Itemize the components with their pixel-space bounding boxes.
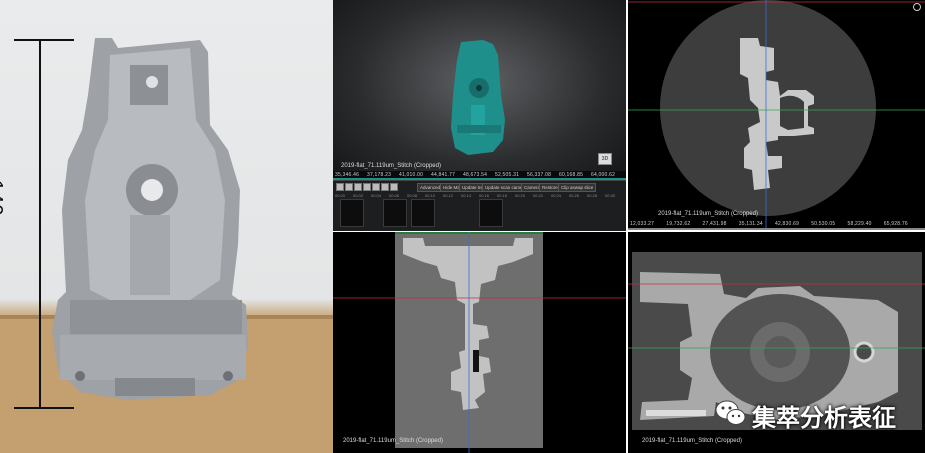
- watermark-text: 集萃分析表征: [752, 405, 896, 432]
- timeline-tick: 00.00: [335, 193, 346, 198]
- timeline-tick: 00.22: [533, 193, 544, 198]
- step-icon[interactable]: [381, 183, 389, 191]
- axial-scale-value: 58,229.40: [847, 221, 872, 227]
- photo-panel: 140mm: [0, 0, 333, 453]
- timeline-thumb-1[interactable]: [340, 199, 364, 227]
- select-icon[interactable]: [336, 183, 344, 191]
- part-photo: [0, 38, 333, 453]
- toolbar-button-clip-aswap-slice[interactable]: Clip aswap slice: [558, 183, 597, 192]
- timeline-tick: 00.14: [461, 193, 472, 198]
- 3d-model-render: [451, 40, 505, 155]
- play-icon[interactable]: [363, 183, 371, 191]
- save-icon[interactable]: [345, 183, 353, 191]
- timeline-tick: 00.26: [569, 193, 580, 198]
- axial-scale-value: 12,033.27: [630, 221, 655, 227]
- timeline-tick: 00.18: [497, 193, 508, 198]
- coronal-caption: 2019-flat_71.119um_Stitch (Cropped): [343, 438, 443, 444]
- stop-icon[interactable]: [372, 183, 380, 191]
- timeline-thumb-4[interactable]: [479, 199, 503, 227]
- wechat-icon: [715, 400, 746, 425]
- grid-icon[interactable]: [354, 183, 362, 191]
- axial-scale-value: 19,732.62: [666, 221, 691, 227]
- sagittal-caption: 2019-flat_71.119um_Stitch (Cropped): [642, 438, 742, 444]
- timeline-tick: 00.08: [407, 193, 418, 198]
- timeline-tick: 00.12: [443, 193, 454, 198]
- axial-scale-value: 65,928.76: [883, 221, 908, 227]
- timeline-tick: 00.24: [551, 193, 562, 198]
- timeline-thumb-2[interactable]: [383, 199, 407, 227]
- timeline-tick: 00.16: [479, 193, 490, 198]
- timeline-thumb-3[interactable]: [411, 199, 435, 227]
- watermark: 集萃分析表征: [712, 396, 918, 432]
- timeline-tick: 00.28: [587, 193, 598, 198]
- viewer3d-caption: 2019-flat_71.119um_Stitch (Cropped): [341, 163, 441, 169]
- axial-scale-value: 50,530.05: [811, 221, 836, 227]
- timeline-tick: 00.04: [371, 193, 382, 198]
- viewer3d-corner-button[interactable]: 3D: [598, 153, 612, 165]
- axial-caption: 2019-flat_71.119um_Stitch (Cropped): [658, 211, 758, 217]
- axial-scale-value: 35,131.34: [738, 221, 763, 227]
- toolbar: Advanced Hide Max Update tree Update scan c…: [333, 180, 626, 231]
- record-icon[interactable]: [390, 183, 398, 191]
- timeline-tick: 00.06: [389, 193, 400, 198]
- timeline-tick: 00.20: [515, 193, 526, 198]
- axial-scale-bar: 12,033.27 19,732.62 27,431.98 35,131.34 42,8…: [628, 220, 925, 230]
- view-settings-icon[interactable]: [913, 3, 921, 11]
- viewer3d-scale-bar: 35,346.46 37,178.23 41,010.00 44,841.77 48,6…: [333, 171, 626, 180]
- axial-scale-value: 42,830.69: [775, 221, 800, 227]
- timeline-tick: 00.10: [425, 193, 436, 198]
- axial-slice-image: [628, 0, 925, 230]
- timeline-tick: 00.02: [353, 193, 364, 198]
- slice-view-axial[interactable]: 2019-flat_71.119um_Stitch (Cropped) 12,0…: [628, 0, 925, 230]
- axial-scale-gradient: [628, 228, 925, 230]
- 3d-viewer[interactable]: 2019-flat_71.119um_Stitch (Cropped) 3D 3…: [333, 0, 626, 180]
- dimension-label: 140mm: [0, 180, 6, 252]
- timeline-tick: 00.30: [605, 193, 616, 198]
- slice-view-coronal[interactable]: 2019-flat_71.119um_Stitch (Cropped): [333, 232, 626, 453]
- axial-scale-value: 27,431.98: [702, 221, 727, 227]
- coronal-slice-image: [333, 232, 626, 453]
